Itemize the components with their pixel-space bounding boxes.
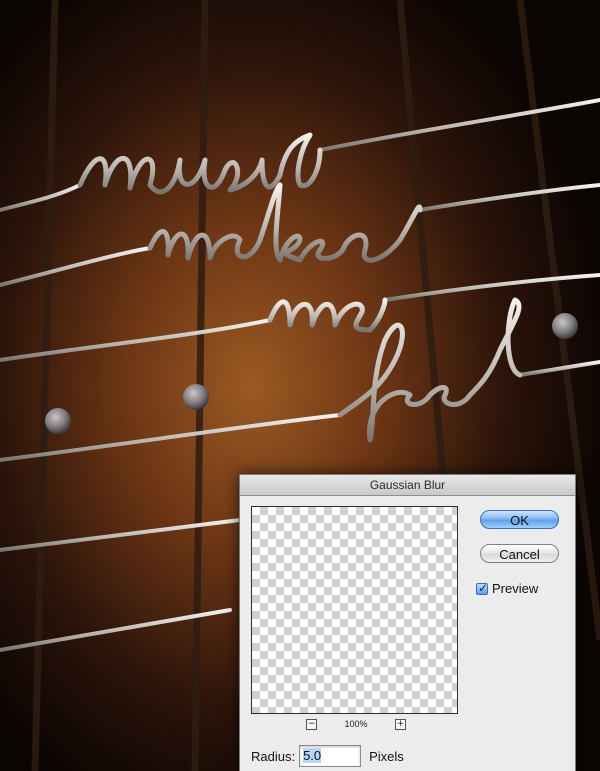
- zoom-in-button[interactable]: +: [395, 718, 406, 730]
- zoom-out-button[interactable]: −: [306, 718, 317, 730]
- preview-checkbox[interactable]: ✓: [476, 580, 489, 595]
- cancel-button[interactable]: Cancel: [480, 544, 559, 563]
- gaussian-blur-dialog: Gaussian Blur − 100% + OK Cancel ✓ Previ…: [239, 474, 576, 771]
- zoom-level: 100%: [344, 719, 368, 729]
- dialog-title: Gaussian Blur: [240, 475, 575, 496]
- ok-button[interactable]: OK: [480, 510, 559, 529]
- radius-row: Radius: 5.0 Pixels: [251, 745, 404, 767]
- blur-preview-pane[interactable]: [251, 506, 458, 714]
- preview-checkbox-row[interactable]: ✓ Preview: [476, 581, 538, 596]
- preview-label: Preview: [492, 581, 539, 596]
- radius-input[interactable]: 5.0: [299, 745, 362, 767]
- zoom-controls: − 100% +: [306, 718, 406, 730]
- radius-label: Radius:: [251, 748, 296, 764]
- radius-value: 5.0: [303, 748, 322, 763]
- radius-unit-label: Pixels: [369, 748, 404, 764]
- checkmark-icon: ✓: [478, 580, 489, 595]
